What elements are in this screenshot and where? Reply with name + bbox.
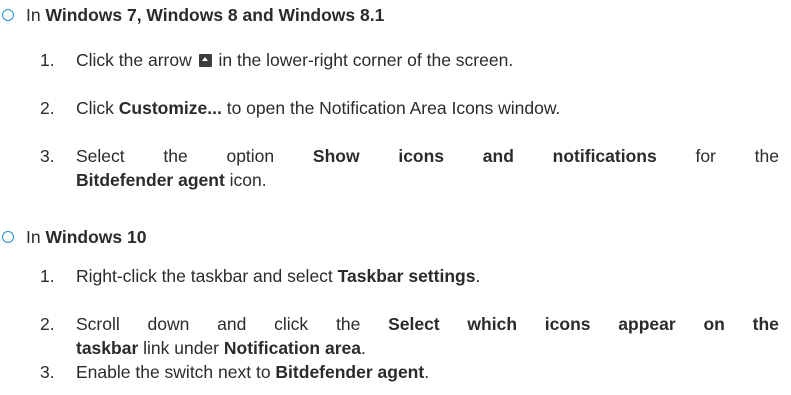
step-text: Select the option Show icons and notific… xyxy=(76,146,779,190)
expand-arrow-icon xyxy=(198,54,212,67)
step-text: Click Customize... to open the Notificat… xyxy=(76,98,561,118)
step-number: 3. xyxy=(40,362,55,382)
step-3: 3. Select the option Show icons and noti… xyxy=(40,144,779,192)
step-2: 2. Click Customize... to open the Notifi… xyxy=(40,96,779,120)
step-2: 2. Scroll down and click the Select whic… xyxy=(40,312,779,360)
circle-bullet-icon xyxy=(2,231,14,243)
taskbar-settings-label: Taskbar settings xyxy=(337,266,476,286)
heading-intro: In xyxy=(26,5,46,25)
bitdefender-agent-label: Bitdefender agent xyxy=(76,170,225,190)
step-1: 1. Click the arrow in the lower-right co… xyxy=(40,48,779,72)
step-text: Right-click the taskbar and select Taskb… xyxy=(76,266,481,286)
step-text: Click the arrow in the lower-right corne… xyxy=(76,50,514,70)
section-heading: In Windows 10 xyxy=(0,224,146,250)
section-heading: In Windows 7, Windows 8 and Windows 8.1 xyxy=(0,2,384,28)
notification-area-label: Notification area xyxy=(223,338,361,358)
step-text: Scroll down and click the Select which i… xyxy=(76,314,779,358)
customize-label: Customize... xyxy=(118,98,222,118)
circle-bullet-icon xyxy=(2,9,14,21)
step-number: 3. xyxy=(40,146,55,166)
heading-os: Windows 7, Windows 8 and Windows 8.1 xyxy=(45,5,385,25)
heading-os: Windows 10 xyxy=(45,227,147,247)
step-number: 1. xyxy=(40,50,55,70)
step-number: 1. xyxy=(40,266,55,286)
bitdefender-agent-label: Bitdefender agent xyxy=(275,362,425,382)
heading-intro: In xyxy=(26,227,46,247)
step-number: 2. xyxy=(40,314,55,334)
instructions-page: In Windows 7, Windows 8 and Windows 8.1 … xyxy=(0,0,791,395)
step-number: 2. xyxy=(40,98,55,118)
step-1: 1. Right-click the taskbar and select Ta… xyxy=(40,264,779,288)
step-text: Enable the switch next to Bitdefender ag… xyxy=(76,362,430,382)
step-3: 3. Enable the switch next to Bitdefender… xyxy=(40,360,779,384)
